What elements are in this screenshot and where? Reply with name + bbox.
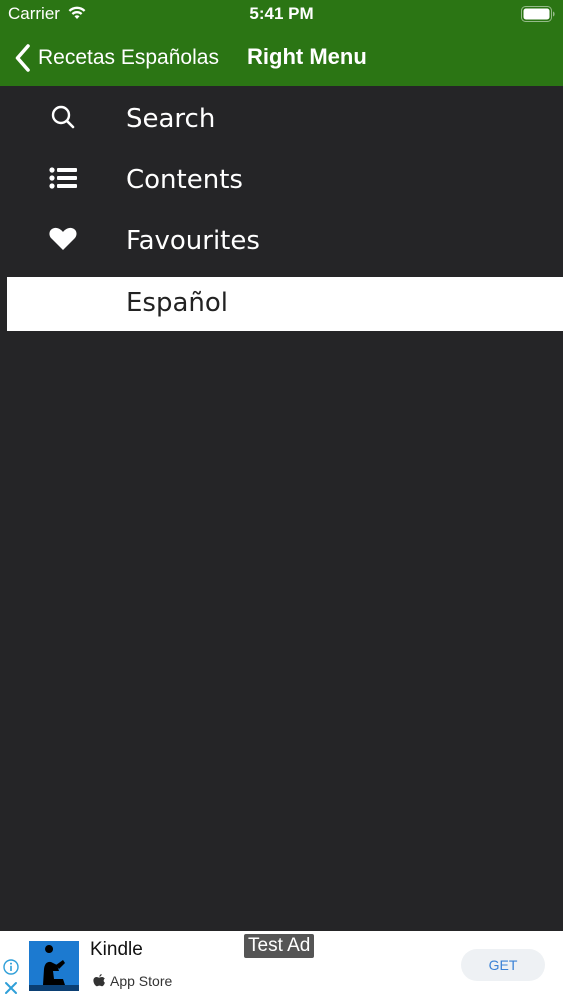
- menu-item-search[interactable]: Search: [0, 86, 563, 147]
- menu-item-contents[interactable]: Contents: [0, 147, 563, 208]
- reader-silhouette-icon: [29, 941, 79, 991]
- chevron-left-icon: [15, 44, 30, 72]
- menu-item-label: Contents: [126, 165, 243, 195]
- apple-icon: [93, 974, 105, 987]
- search-icon: [51, 105, 75, 129]
- get-button[interactable]: GET: [461, 949, 545, 981]
- status-bar: Carrier 5:41 PM: [0, 0, 563, 30]
- right-menu: Search Contents Favourites Español: [0, 86, 563, 331]
- back-button[interactable]: Recetas Españolas: [14, 40, 219, 76]
- page-title: Right Menu: [247, 44, 367, 69]
- menu-item-label: Español: [126, 288, 229, 318]
- info-icon[interactable]: [3, 959, 19, 975]
- menu-item-favourites[interactable]: Favourites: [0, 208, 563, 269]
- menu-item-espanol[interactable]: Español: [7, 277, 563, 331]
- app-logo: [29, 941, 79, 991]
- menu-item-label: Search: [126, 104, 216, 134]
- app-store-label: App Store: [92, 973, 172, 989]
- nav-bar: Recetas Españolas Right Menu: [0, 30, 563, 86]
- ad-app-name: Kindle: [90, 939, 143, 960]
- menu-item-label: Favourites: [126, 226, 260, 256]
- back-button-label: Recetas Españolas: [38, 46, 219, 69]
- status-time: 5:41 PM: [249, 4, 314, 23]
- list-icon: [49, 167, 77, 189]
- heart-icon: [49, 227, 77, 250]
- test-ad-badge: Test Ad: [244, 934, 315, 958]
- app-store-text: App Store: [110, 973, 173, 989]
- battery-icon: [521, 6, 555, 22]
- close-icon[interactable]: [4, 981, 18, 995]
